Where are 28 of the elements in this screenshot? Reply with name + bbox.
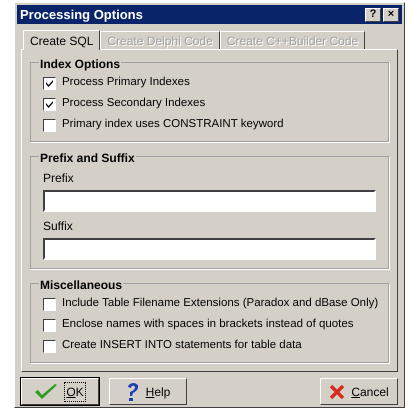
checkbox-label: Enclose names with spaces in brackets instead of quotes bbox=[62, 317, 354, 332]
checkbox-label: Create INSERT INTO statements for table data bbox=[62, 338, 302, 354]
input-field[interactable] bbox=[43, 238, 376, 260]
field-label: Suffix bbox=[43, 218, 74, 235]
close-button[interactable]: × bbox=[383, 8, 399, 22]
tab[interactable]: Create SQL bbox=[23, 30, 100, 50]
ok-button[interactable]: OK bbox=[21, 378, 99, 405]
checkbox[interactable] bbox=[43, 318, 56, 332]
checkbox[interactable] bbox=[43, 76, 56, 90]
check-icon bbox=[45, 78, 54, 88]
checkbox-label: Process Secondary Indexes bbox=[62, 96, 206, 112]
question-mark-icon bbox=[126, 382, 140, 402]
help-button[interactable]: Help bbox=[109, 378, 187, 405]
help-button[interactable]: ? bbox=[365, 8, 381, 22]
checkbox-label: Include Table Filename Extensions (Paradox and dBase Only) bbox=[62, 296, 378, 312]
cancel-button[interactable]: Cancel bbox=[320, 378, 398, 405]
cross-icon bbox=[329, 384, 346, 400]
window-title: Processing Options bbox=[20, 6, 143, 24]
checkbox[interactable] bbox=[43, 98, 56, 110]
checkbox[interactable] bbox=[43, 298, 56, 310]
checkbox-label: Primary index uses CONSTRAINT keyword bbox=[62, 117, 284, 132]
checkbox[interactable] bbox=[43, 118, 56, 132]
check-icon bbox=[45, 100, 54, 108]
input-field[interactable] bbox=[43, 190, 376, 212]
field-label: Prefix bbox=[43, 170, 75, 187]
check-icon bbox=[34, 382, 58, 400]
checkbox-label: Process Primary Indexes bbox=[62, 75, 190, 90]
checkbox[interactable] bbox=[43, 340, 56, 352]
